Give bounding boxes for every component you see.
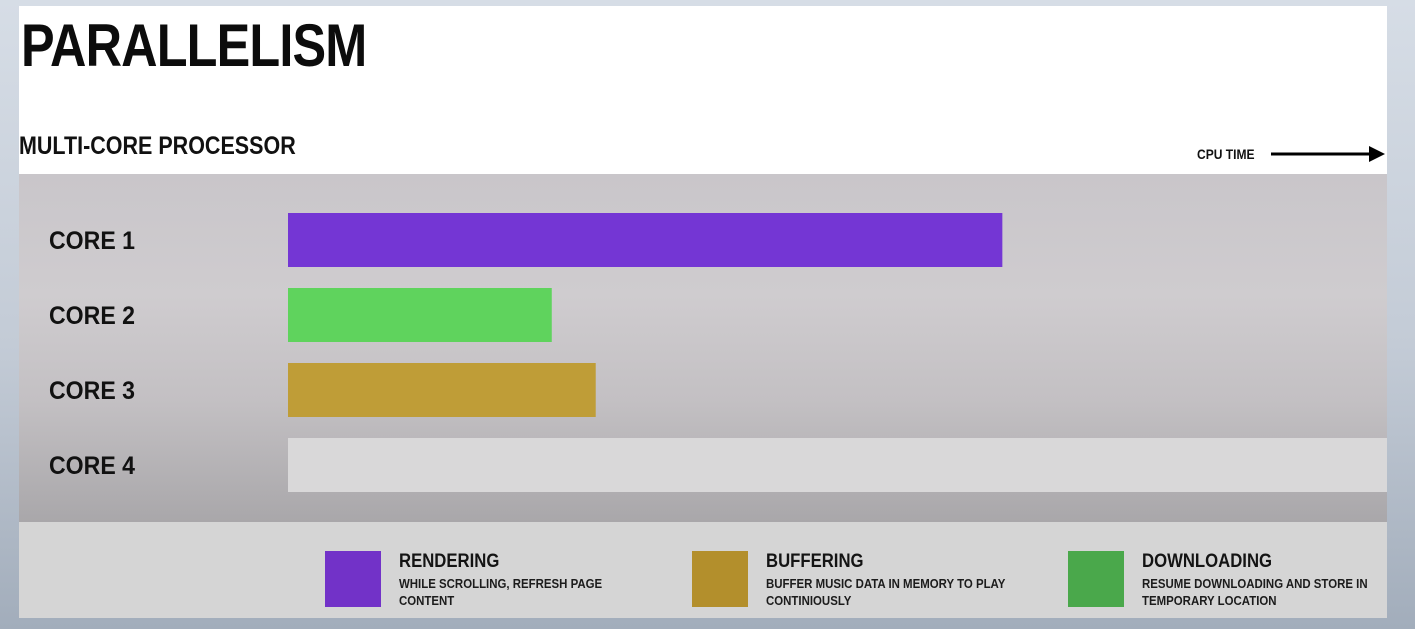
core-label: CORE 2 — [49, 302, 135, 330]
slide-title: PARALLELISM — [21, 12, 367, 79]
core-bar-buffering — [288, 363, 596, 417]
core-label: CORE 3 — [49, 377, 135, 405]
chart-area: CORE 1 CORE 2 CORE 3 CORE 4 — [19, 174, 1387, 522]
arrow-right-icon — [1271, 146, 1385, 162]
slide: PARALLELISM MULTI-CORE PROCESSOR CPU TIM… — [19, 6, 1387, 618]
core-bar-idle — [288, 438, 1387, 492]
legend-name: RENDERING — [399, 551, 500, 572]
legend-description: RESUME DOWNLOADING AND STORE IN TEMPORAR… — [1142, 576, 1368, 608]
core-label: CORE 4 — [49, 452, 135, 480]
core-label: CORE 1 — [49, 227, 135, 255]
legend-swatch-downloading — [1068, 551, 1124, 607]
legend-swatch-buffering — [692, 551, 748, 607]
legend-description: WHILE SCROLLING, REFRESH PAGE CONTENT — [399, 576, 603, 608]
legend: RENDERING WHILE SCROLLING, REFRESH PAGE … — [19, 522, 1387, 618]
core-timeline-chart: CORE 1 CORE 2 CORE 3 CORE 4 — [49, 213, 1387, 492]
cpu-time-axis: CPU TIME — [1197, 143, 1387, 165]
cpu-time-label: CPU TIME — [1197, 146, 1255, 162]
legend-description: BUFFER MUSIC DATA IN MEMORY TO PLAY CONT… — [766, 576, 1006, 608]
legend-name: BUFFERING — [766, 551, 864, 572]
core-bar-rendering — [288, 213, 1003, 267]
legend-swatch-rendering — [325, 551, 381, 607]
legend-name: DOWNLOADING — [1142, 551, 1273, 572]
chart-subtitle: MULTI-CORE PROCESSOR — [19, 132, 296, 160]
core-bar-downloading — [288, 288, 552, 342]
